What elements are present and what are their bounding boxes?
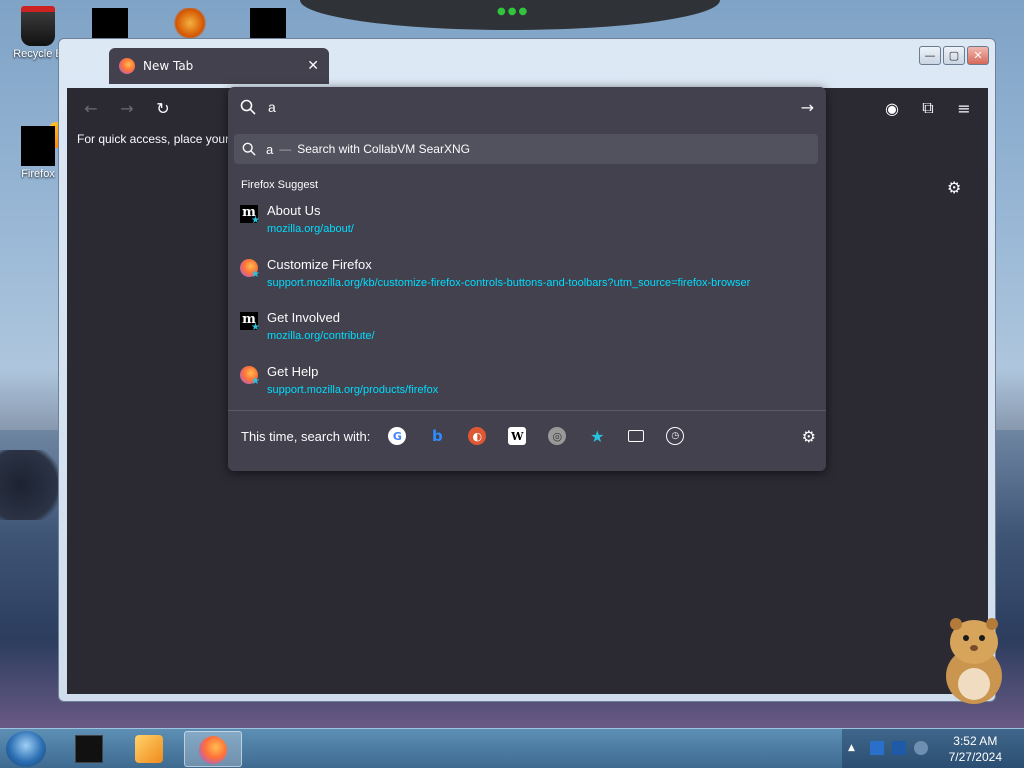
- urlbar-dropdown: a → a — Search with CollabVM SearXNG Fir…: [228, 87, 826, 471]
- close-tab-icon[interactable]: ✕: [307, 58, 319, 74]
- hamster-sticker-image: [946, 618, 1002, 704]
- taskbar-firefox[interactable]: [184, 731, 242, 767]
- suggestion-title: Get Involved: [267, 310, 340, 325]
- tabs-icon[interactable]: [628, 430, 645, 442]
- suggestion-url: support.mozilla.org/kb/customize-firefox…: [267, 277, 751, 289]
- suggestion-title: Get Help: [267, 364, 319, 379]
- newtab-settings-gear-icon[interactable]: ⚙: [947, 178, 961, 197]
- desktop-icon-label: Recycle B: [13, 48, 63, 60]
- suggestion-item[interactable]: m ★ Get Involved mozilla.org/contribute/: [240, 310, 810, 354]
- bookmark-star-icon: ★: [251, 215, 260, 226]
- desktop-app-icon[interactable]: [92, 8, 128, 38]
- search-query: a: [266, 141, 274, 157]
- clock-date: 7/27/2024: [948, 750, 1002, 764]
- duckduckgo-icon[interactable]: ◐: [468, 427, 487, 445]
- separator-dash: —: [279, 142, 292, 156]
- suggestion-item[interactable]: ★ Customize Firefox support.mozilla.org/…: [240, 257, 810, 301]
- extensions-icon[interactable]: ⧉: [916, 96, 940, 120]
- one-off-search-bar: This time, search with: G b ◐ W ◎ ★ ◷ ⚙: [241, 421, 816, 451]
- show-hidden-icons-icon[interactable]: ▲: [848, 743, 862, 757]
- suggestion-url: mozilla.org/contribute/: [267, 330, 375, 342]
- app-icon: [75, 735, 103, 763]
- suggestion-title: About Us: [267, 203, 321, 218]
- suggestion-url: support.mozilla.org/products/firefox: [267, 384, 439, 396]
- clock-time: 3:52 AM: [953, 734, 998, 748]
- wikipedia-icon[interactable]: W: [508, 427, 527, 445]
- bookmarks-icon[interactable]: ★: [588, 427, 606, 446]
- tab-new-tab[interactable]: New Tab ✕: [109, 48, 329, 84]
- volume-icon[interactable]: [914, 741, 928, 755]
- action-center-icon[interactable]: [892, 741, 906, 755]
- google-icon[interactable]: G: [388, 427, 407, 445]
- bookmark-star-icon: ★: [251, 269, 260, 280]
- suggestion-url: mozilla.org/about/: [267, 223, 354, 235]
- search-with-label: This time, search with:: [241, 428, 371, 444]
- forward-button[interactable]: →: [115, 96, 139, 120]
- taskbar: ▲ 3:52 AM 7/27/2024: [0, 728, 1024, 768]
- firefox-icon: [119, 58, 135, 74]
- system-tray: ▲ 3:52 AM 7/27/2024: [842, 729, 1024, 768]
- history-icon[interactable]: ◷: [666, 427, 685, 445]
- search-with-engine-row[interactable]: a — Search with CollabVM SearXNG: [234, 134, 818, 164]
- suggestion-title: Customize Firefox: [267, 257, 372, 272]
- clock[interactable]: 3:52 AM 7/27/2024: [949, 733, 1002, 765]
- bing-icon[interactable]: b: [428, 427, 446, 445]
- taskbar-app[interactable]: [60, 731, 118, 767]
- search-icon: [242, 142, 256, 156]
- searxng-icon[interactable]: ◎: [548, 427, 567, 445]
- window-controls: — ▢ ✕: [919, 46, 989, 65]
- reload-button[interactable]: ↻: [151, 96, 175, 120]
- panel-divider: [228, 410, 826, 411]
- search-with-label: Search with CollabVM SearXNG: [297, 142, 470, 156]
- firefox-icon: [199, 736, 227, 764]
- start-button[interactable]: [6, 731, 46, 767]
- maximize-button[interactable]: ▢: [943, 46, 965, 65]
- recycle-bin-icon: [21, 6, 55, 46]
- bookmark-star-icon: ★: [251, 322, 260, 333]
- minimize-button[interactable]: —: [919, 46, 941, 65]
- go-arrow-button[interactable]: →: [801, 98, 814, 117]
- network-icon[interactable]: [870, 741, 884, 755]
- firefox-icon: [21, 122, 65, 166]
- media-player-icon: [135, 735, 163, 763]
- tab-title: New Tab: [143, 59, 194, 73]
- firefox-suggest-heading: Firefox Suggest: [241, 179, 319, 191]
- close-window-button[interactable]: ✕: [967, 46, 989, 65]
- desktop-icon-label: Firefox: [21, 168, 55, 180]
- suggestion-item[interactable]: ★ Get Help support.mozilla.org/products/…: [240, 364, 810, 408]
- bookmark-star-icon: ★: [251, 376, 260, 387]
- back-button[interactable]: ←: [79, 96, 103, 120]
- search-settings-gear-icon[interactable]: ⚙: [802, 427, 816, 446]
- urlbar-input[interactable]: a: [268, 99, 801, 115]
- taskbar-media-player[interactable]: [120, 731, 178, 767]
- pocket-icon[interactable]: ◉: [880, 96, 904, 120]
- suggestion-item[interactable]: m ★ About Us mozilla.org/about/: [240, 203, 810, 247]
- desktop-app-icon[interactable]: [172, 8, 208, 38]
- desktop-app-icon[interactable]: [250, 8, 286, 38]
- search-icon: [240, 99, 256, 115]
- menu-icon[interactable]: ≡: [952, 96, 976, 120]
- top-dock-indicator: ●●●: [497, 6, 530, 17]
- urlbar[interactable]: a →: [228, 87, 826, 127]
